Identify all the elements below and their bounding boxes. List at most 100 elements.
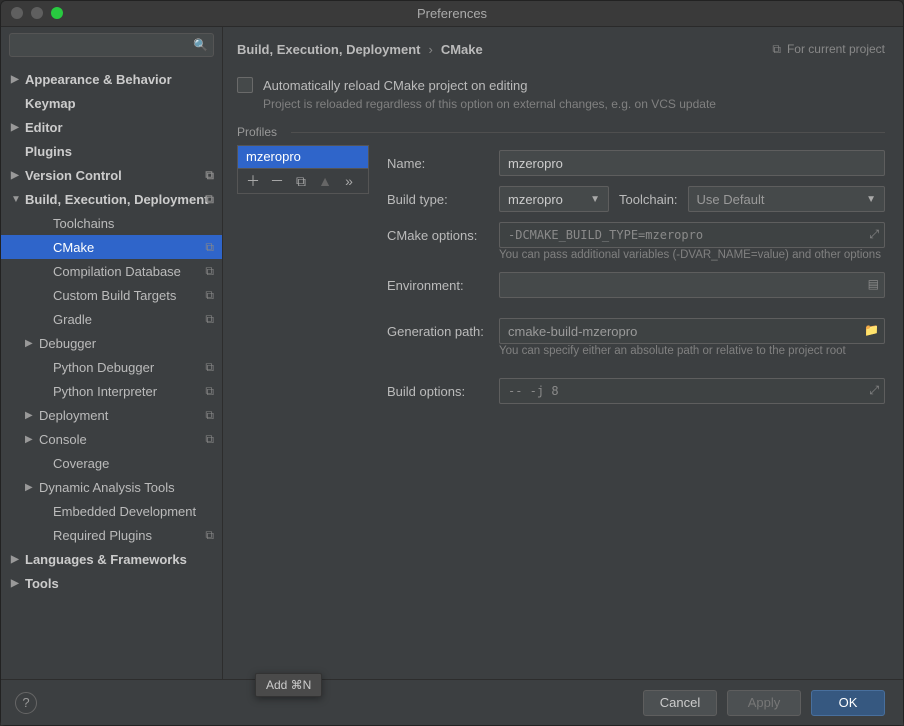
- traffic-lights: [11, 7, 63, 19]
- chevron-icon: ▶: [11, 554, 25, 565]
- window-title: Preferences: [1, 6, 903, 21]
- preferences-window: Preferences 🔍 ▶Appearance & BehaviorKeym…: [0, 0, 904, 726]
- sidebar-item[interactable]: ▶Console⧉: [1, 427, 222, 451]
- sidebar-item-label: Languages & Frameworks: [25, 552, 187, 567]
- minimize-icon[interactable]: [31, 7, 43, 19]
- sidebar-item[interactable]: ▶Appearance & Behavior: [1, 67, 222, 91]
- add-tooltip: Add ⌘N: [255, 673, 322, 697]
- name-label: Name:: [387, 156, 499, 171]
- profile-form: Name: Build type: mzeropro ▼ Toolchain: …: [369, 145, 885, 679]
- toolchain-label: Toolchain:: [619, 192, 678, 207]
- copy-icon: ⧉: [205, 312, 214, 327]
- sidebar-item[interactable]: Custom Build Targets ⧉: [1, 283, 222, 307]
- sidebar-item-label: Coverage: [53, 456, 109, 471]
- cmake-options-field[interactable]: [499, 222, 885, 248]
- sidebar: 🔍 ▶Appearance & BehaviorKeymap▶EditorPlu…: [1, 27, 223, 679]
- sidebar-item[interactable]: ▶Editor: [1, 115, 222, 139]
- sidebar-item-label: Custom Build Targets: [53, 288, 176, 303]
- sidebar-item[interactable]: ▶Deployment ⧉: [1, 403, 222, 427]
- for-current-project: ⧉ For current project: [772, 42, 885, 57]
- sidebar-item-label: Debugger: [39, 336, 96, 351]
- remove-button[interactable]: －: [266, 170, 288, 192]
- sidebar-item-label: Dynamic Analysis Tools: [39, 480, 175, 495]
- build-options-field[interactable]: [499, 378, 885, 404]
- copy-icon: ⧉: [205, 288, 214, 303]
- sidebar-item-label: Compilation Database: [53, 264, 181, 279]
- close-icon[interactable]: [11, 7, 23, 19]
- copy-button[interactable]: ⧉: [290, 170, 312, 192]
- chevron-icon: ▼: [11, 194, 25, 205]
- search-icon: 🔍: [193, 38, 208, 52]
- copy-icon: ⧉: [205, 168, 214, 183]
- sidebar-item[interactable]: ▶Languages & Frameworks: [1, 547, 222, 571]
- up-button[interactable]: ▲: [314, 170, 336, 192]
- sidebar-item-label: Editor: [25, 120, 63, 135]
- copy-icon: ⧉: [205, 408, 214, 423]
- sidebar-item-label: Plugins: [25, 144, 72, 159]
- more-button[interactable]: »: [338, 170, 360, 192]
- sidebar-item-label: Build, Execution, Deployment: [25, 192, 208, 207]
- chevron-down-icon: ▼: [582, 194, 600, 205]
- ok-button[interactable]: OK: [811, 690, 885, 716]
- copy-icon: ⧉: [772, 42, 781, 57]
- sidebar-item[interactable]: Required Plugins ⧉: [1, 523, 222, 547]
- profiles-list[interactable]: mzeropro: [237, 145, 369, 168]
- sidebar-item[interactable]: ▶Version Control⧉: [1, 163, 222, 187]
- expand-icon[interactable]: ⤢: [869, 383, 879, 398]
- add-button[interactable]: ＋: [242, 170, 264, 192]
- chevron-icon: ▶: [25, 338, 39, 349]
- sidebar-item[interactable]: Python Interpreter⧉: [1, 379, 222, 403]
- search-input[interactable]: [9, 33, 214, 57]
- sidebar-item-label: Required Plugins: [53, 528, 152, 543]
- profiles-label: Profiles: [237, 125, 885, 139]
- sidebar-item[interactable]: Embedded Development: [1, 499, 222, 523]
- settings-tree[interactable]: ▶Appearance & BehaviorKeymap▶EditorPlugi…: [1, 61, 222, 679]
- sidebar-item[interactable]: CMake⧉: [1, 235, 222, 259]
- cancel-button[interactable]: Cancel: [643, 690, 717, 716]
- copy-icon: ⧉: [205, 432, 214, 447]
- expand-icon[interactable]: ⤢: [869, 227, 879, 242]
- auto-reload-label: Automatically reload CMake project on ed…: [263, 78, 527, 93]
- sidebar-item[interactable]: ▼Build, Execution, Deployment⧉: [1, 187, 222, 211]
- auto-reload-checkbox[interactable]: [237, 77, 253, 93]
- toolchain-select[interactable]: Use Default ▼: [688, 186, 885, 212]
- auto-reload-sub: Project is reloaded regardless of this o…: [263, 97, 885, 111]
- sidebar-item[interactable]: Toolchains: [1, 211, 222, 235]
- sidebar-item-label: Appearance & Behavior: [25, 72, 172, 87]
- sidebar-item[interactable]: ▶Dynamic Analysis Tools: [1, 475, 222, 499]
- sidebar-item[interactable]: ▶Tools: [1, 571, 222, 595]
- sidebar-item[interactable]: Plugins: [1, 139, 222, 163]
- zoom-icon[interactable]: [51, 7, 63, 19]
- build-type-label: Build type:: [387, 192, 499, 207]
- generation-path-field[interactable]: [499, 318, 885, 344]
- build-options-label: Build options:: [387, 384, 499, 399]
- help-button[interactable]: ?: [15, 692, 37, 714]
- chevron-icon: ▶: [25, 410, 39, 421]
- profile-item[interactable]: mzeropro: [238, 146, 368, 168]
- breadcrumb-a[interactable]: Build, Execution, Deployment: [237, 42, 420, 57]
- sidebar-item[interactable]: ▶Debugger: [1, 331, 222, 355]
- folder-icon[interactable]: 📁: [864, 323, 879, 337]
- name-field[interactable]: [499, 150, 885, 176]
- cmake-options-help: You can pass additional variables (-DVAR…: [499, 249, 885, 261]
- build-type-select[interactable]: mzeropro ▼: [499, 186, 609, 212]
- sidebar-item[interactable]: Keymap: [1, 91, 222, 115]
- sidebar-item-label: Console: [39, 432, 87, 447]
- chevron-icon: ▶: [11, 74, 25, 85]
- breadcrumb: Build, Execution, Deployment › CMake ⧉ F…: [237, 37, 885, 61]
- sidebar-item[interactable]: Coverage: [1, 451, 222, 475]
- copy-icon: ⧉: [205, 528, 214, 543]
- sidebar-item[interactable]: Python Debugger⧉: [1, 355, 222, 379]
- copy-icon: ⧉: [205, 240, 214, 255]
- sidebar-item-label: Keymap: [25, 96, 76, 111]
- sidebar-item[interactable]: Compilation Database⧉: [1, 259, 222, 283]
- apply-button[interactable]: Apply: [727, 690, 801, 716]
- breadcrumb-b[interactable]: CMake: [441, 42, 483, 57]
- environment-field[interactable]: [499, 272, 885, 298]
- sidebar-item-label: Deployment: [39, 408, 108, 423]
- sidebar-item-label: Version Control: [25, 168, 122, 183]
- list-icon[interactable]: ▤: [868, 277, 879, 291]
- chevron-right-icon: ›: [428, 42, 432, 57]
- auto-reload-row[interactable]: Automatically reload CMake project on ed…: [237, 77, 885, 93]
- sidebar-item[interactable]: Gradle⧉: [1, 307, 222, 331]
